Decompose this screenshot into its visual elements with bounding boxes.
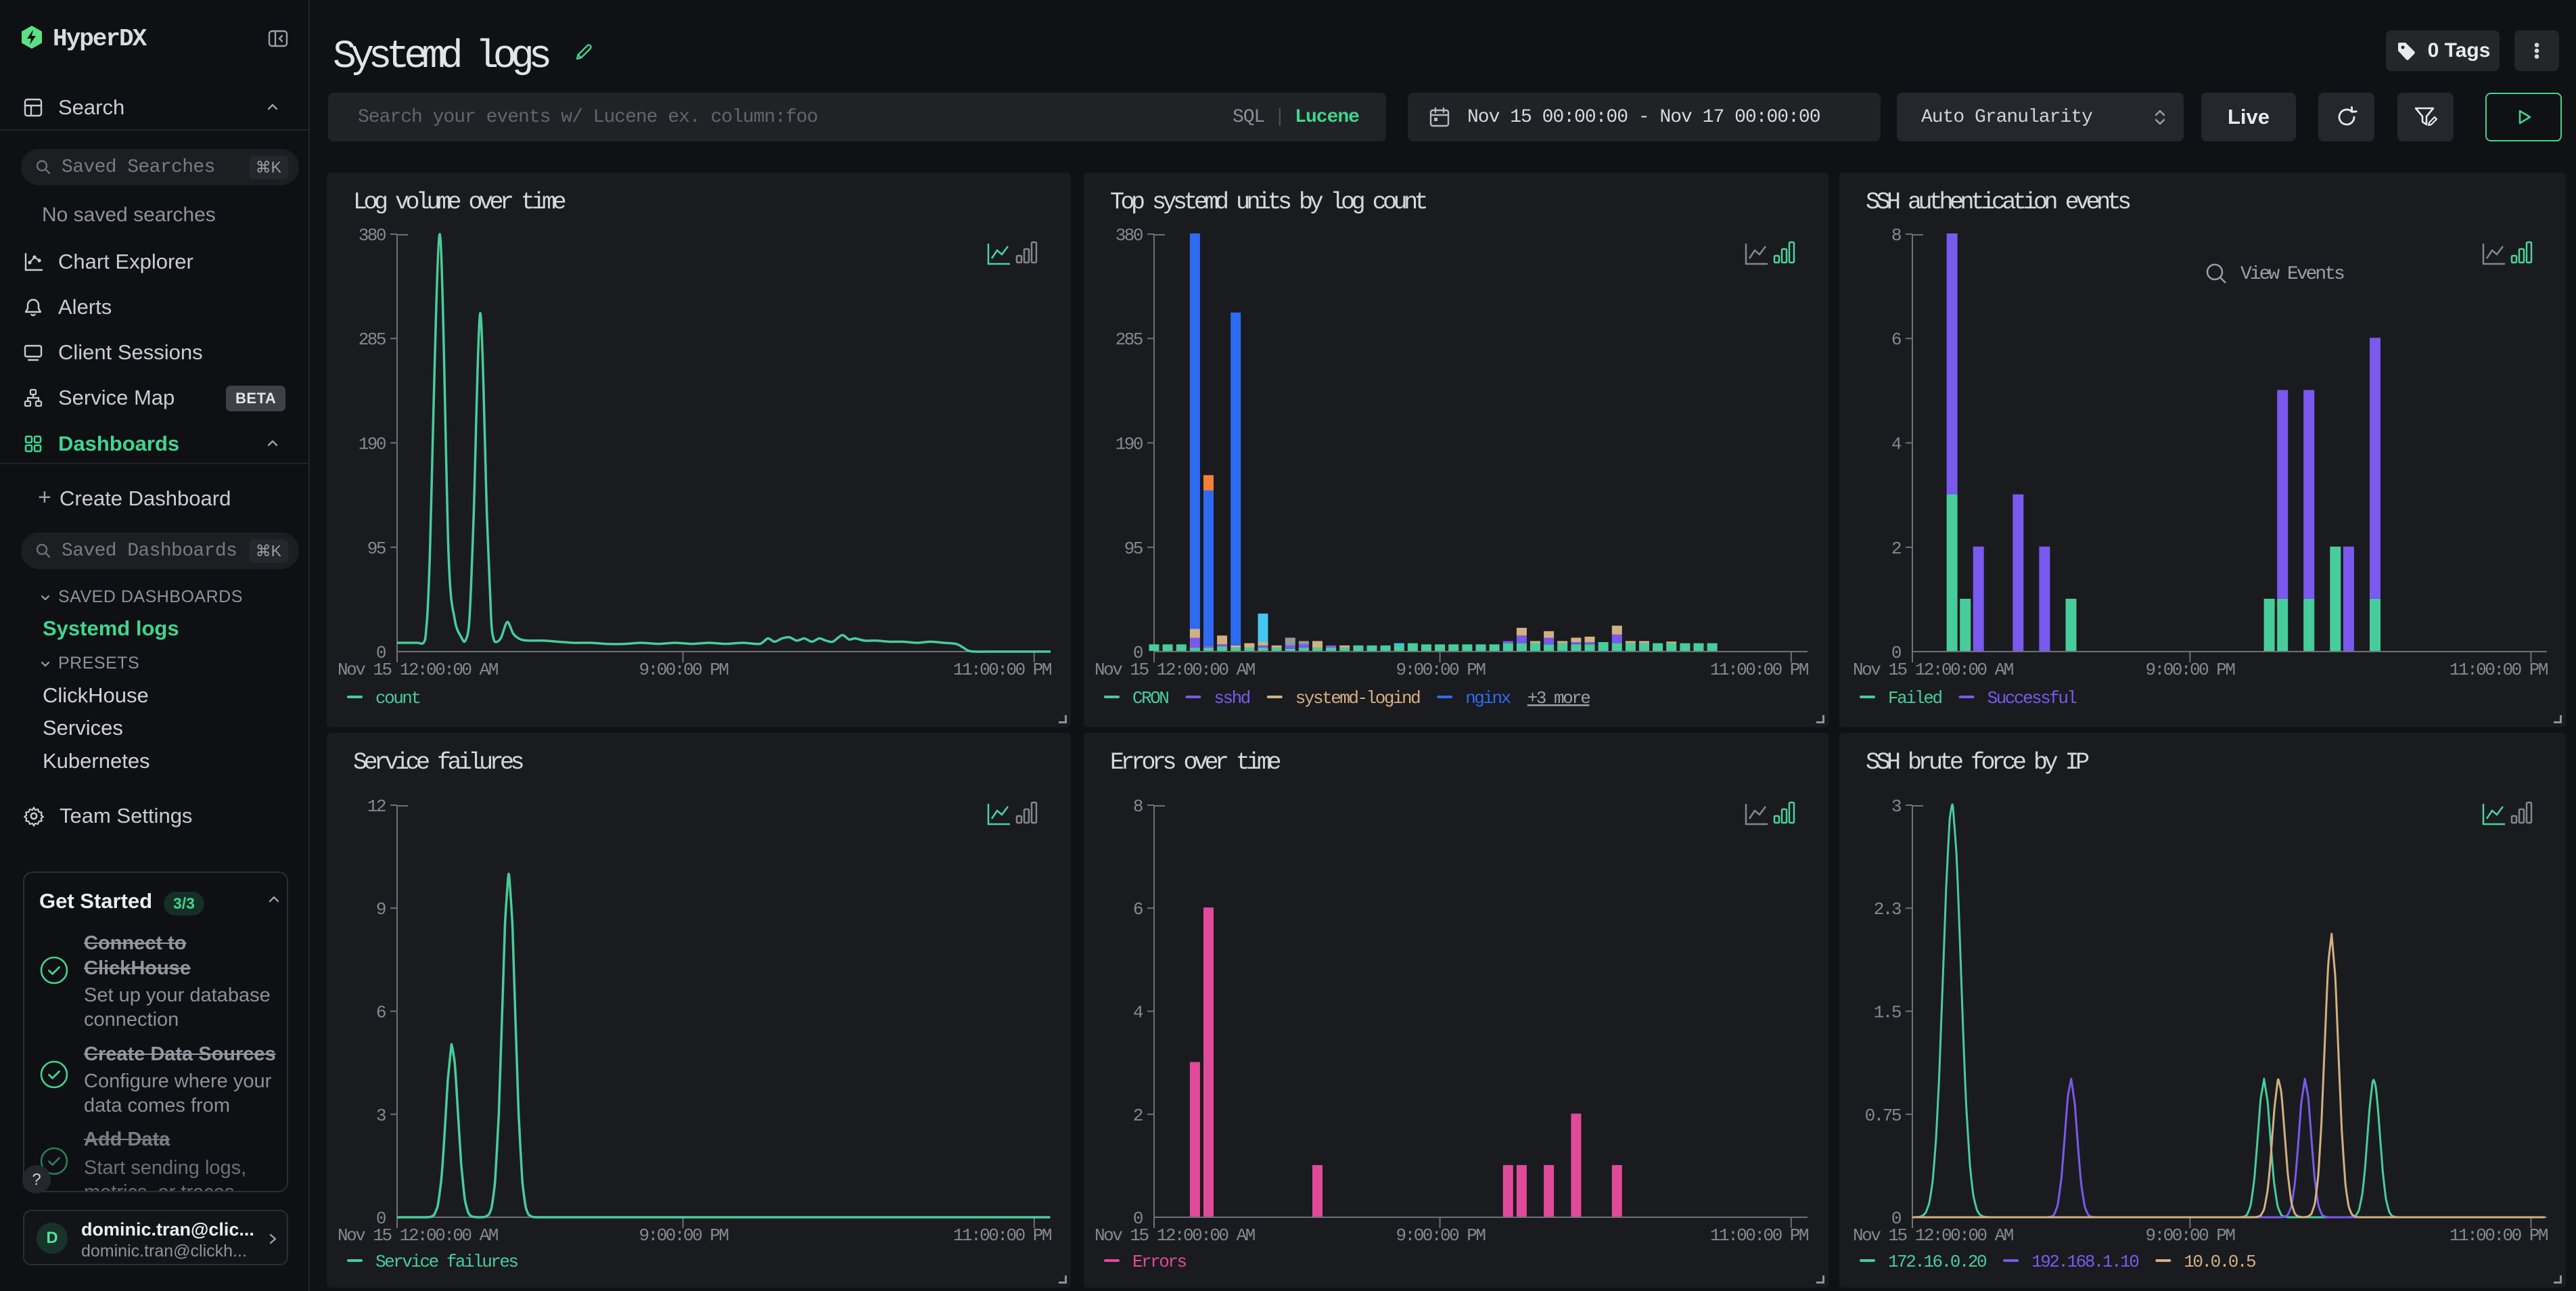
svg-text:0.75: 0.75 xyxy=(1865,1106,1901,1126)
svg-text:Failed: Failed xyxy=(1888,688,1942,708)
svg-text:10.0.0.5: 10.0.0.5 xyxy=(2184,1252,2255,1272)
svg-text:nginx: nginx xyxy=(1465,688,1511,708)
svg-text:count: count xyxy=(375,688,420,708)
svg-text:6: 6 xyxy=(1133,899,1143,920)
svg-text:285: 285 xyxy=(1116,330,1143,350)
svg-text:2.3: 2.3 xyxy=(1874,899,1901,920)
svg-text:Nov 15 12:00:00 AM: Nov 15 12:00:00 AM xyxy=(1095,1225,1255,1246)
svg-text:9:00:00 PM: 9:00:00 PM xyxy=(639,660,728,680)
svg-text:285: 285 xyxy=(359,330,386,350)
svg-text:CRON: CRON xyxy=(1132,688,1168,708)
svg-text:380: 380 xyxy=(359,225,386,246)
svg-text:sshd: sshd xyxy=(1214,688,1249,708)
svg-text:11:00:00 PM: 11:00:00 PM xyxy=(953,1225,1051,1246)
svg-text:?: ? xyxy=(32,1171,41,1189)
svg-text:Nov 15 12:00:00 AM: Nov 15 12:00:00 AM xyxy=(1853,660,2013,680)
svg-text:Service failures: Service failures xyxy=(375,1252,518,1272)
svg-text:1.5: 1.5 xyxy=(1874,1003,1901,1023)
svg-text:4: 4 xyxy=(1891,434,1902,455)
svg-text:Successful: Successful xyxy=(1987,688,2077,708)
svg-text:9:00:00 PM: 9:00:00 PM xyxy=(2145,1225,2234,1246)
svg-text:8: 8 xyxy=(1891,225,1901,246)
svg-text:190: 190 xyxy=(359,434,386,455)
svg-text:2: 2 xyxy=(1891,539,1901,559)
svg-text:9:00:00 PM: 9:00:00 PM xyxy=(639,1225,728,1246)
svg-text:11:00:00 PM: 11:00:00 PM xyxy=(2450,1225,2548,1246)
svg-text:172.16.0.20: 172.16.0.20 xyxy=(1888,1252,1986,1272)
svg-text:Errors: Errors xyxy=(1132,1252,1187,1272)
svg-text:2: 2 xyxy=(1133,1106,1143,1126)
svg-text:6: 6 xyxy=(1891,330,1901,350)
svg-text:8: 8 xyxy=(1133,796,1143,817)
svg-text:12: 12 xyxy=(367,796,386,817)
svg-text:systemd-logind: systemd-logind xyxy=(1295,688,1420,708)
svg-text:3: 3 xyxy=(1891,796,1901,817)
svg-text:11:00:00 PM: 11:00:00 PM xyxy=(953,660,1051,680)
svg-text:+3 more: +3 more xyxy=(1527,688,1590,708)
svg-text:6: 6 xyxy=(376,1003,386,1023)
svg-text:9:00:00 PM: 9:00:00 PM xyxy=(1396,660,1485,680)
svg-text:3: 3 xyxy=(376,1106,386,1126)
svg-text:Nov 15 12:00:00 AM: Nov 15 12:00:00 AM xyxy=(1095,660,1255,680)
svg-text:11:00:00 PM: 11:00:00 PM xyxy=(2450,660,2548,680)
svg-text:380: 380 xyxy=(1116,225,1143,246)
svg-text:9: 9 xyxy=(376,899,386,920)
svg-text:192.168.1.10: 192.168.1.10 xyxy=(2031,1252,2138,1272)
svg-text:Nov 15 12:00:00 AM: Nov 15 12:00:00 AM xyxy=(338,1225,498,1246)
svg-text:190: 190 xyxy=(1116,434,1143,455)
svg-text:Nov 15 12:00:00 AM: Nov 15 12:00:00 AM xyxy=(338,660,498,680)
svg-text:Nov 15 12:00:00 AM: Nov 15 12:00:00 AM xyxy=(1853,1225,2013,1246)
svg-text:11:00:00 PM: 11:00:00 PM xyxy=(1710,660,1808,680)
svg-text:4: 4 xyxy=(1133,1003,1143,1023)
svg-text:View Events: View Events xyxy=(2240,264,2344,285)
svg-text:9:00:00 PM: 9:00:00 PM xyxy=(2145,660,2234,680)
svg-text:95: 95 xyxy=(1124,539,1143,559)
svg-text:95: 95 xyxy=(367,539,386,559)
svg-text:11:00:00 PM: 11:00:00 PM xyxy=(1710,1225,1808,1246)
svg-text:9:00:00 PM: 9:00:00 PM xyxy=(1396,1225,1485,1246)
